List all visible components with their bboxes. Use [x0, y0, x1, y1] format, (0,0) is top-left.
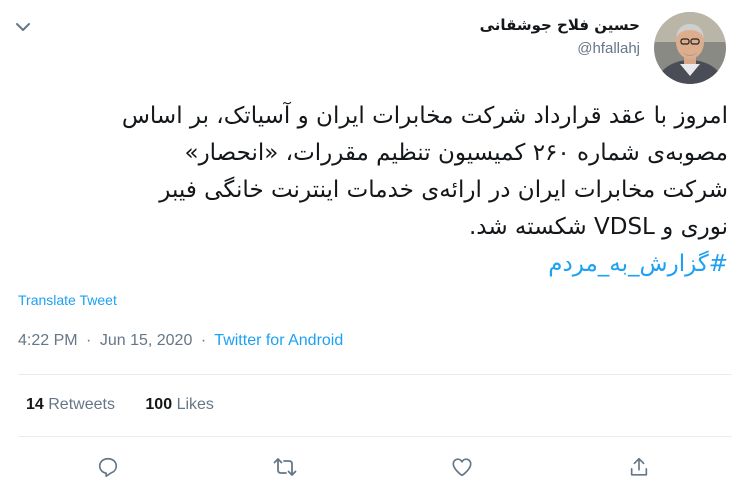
- chevron-down-icon[interactable]: [14, 18, 32, 36]
- retweets-label: Retweets: [48, 396, 115, 413]
- action-bar: [0, 452, 748, 482]
- tweet-source-link[interactable]: Twitter for Android: [214, 332, 343, 349]
- tweet-card: حسین فلاح جوشقانی @hfallahj امروز با عقد…: [0, 0, 748, 497]
- hashtag-link[interactable]: #گزارش_به_مردم: [20, 246, 728, 283]
- retweet-icon[interactable]: [270, 452, 300, 482]
- meta-separator: ·: [200, 332, 207, 349]
- tweet-date[interactable]: Jun 15, 2020: [100, 332, 193, 349]
- tweet-line: شرکت مخابرات ایران در ارائه‌ی خدمات اینت…: [159, 177, 728, 203]
- tweet-meta: 4:22 PM · Jun 15, 2020 · Twitter for And…: [18, 332, 343, 350]
- share-icon[interactable]: [624, 452, 654, 482]
- tweet-text: امروز با عقد قرارداد شرکت مخابرات ایران …: [20, 98, 728, 283]
- retweets-stat[interactable]: 14 Retweets: [26, 396, 119, 413]
- reply-icon[interactable]: [93, 452, 123, 482]
- avatar[interactable]: [654, 12, 726, 84]
- divider: [18, 374, 732, 375]
- like-icon[interactable]: [447, 452, 477, 482]
- translate-tweet-link[interactable]: Translate Tweet: [18, 292, 117, 308]
- likes-label: Likes: [176, 396, 214, 413]
- retweets-count: 14: [26, 396, 44, 413]
- author-handle[interactable]: @hfallahj: [480, 39, 640, 59]
- author-info[interactable]: حسین فلاح جوشقانی @hfallahj: [480, 14, 640, 59]
- tweet-line: نوری و VDSL شکسته شد.: [468, 214, 728, 240]
- tweet-line: مصوبه‌ی شماره ۲۶۰ کمیسیون تنظیم مقررات، …: [184, 140, 729, 166]
- tweet-line: امروز با عقد قرارداد شرکت مخابرات ایران …: [121, 103, 728, 129]
- tweet-stats: 14 Retweets 100 Likes: [26, 396, 240, 414]
- divider: [18, 436, 732, 437]
- tweet-time[interactable]: 4:22 PM: [18, 332, 78, 349]
- likes-count: 100: [145, 396, 173, 413]
- author-name[interactable]: حسین فلاح جوشقانی: [480, 14, 640, 36]
- meta-separator: ·: [86, 332, 92, 349]
- likes-stat[interactable]: 100 Likes: [145, 396, 214, 413]
